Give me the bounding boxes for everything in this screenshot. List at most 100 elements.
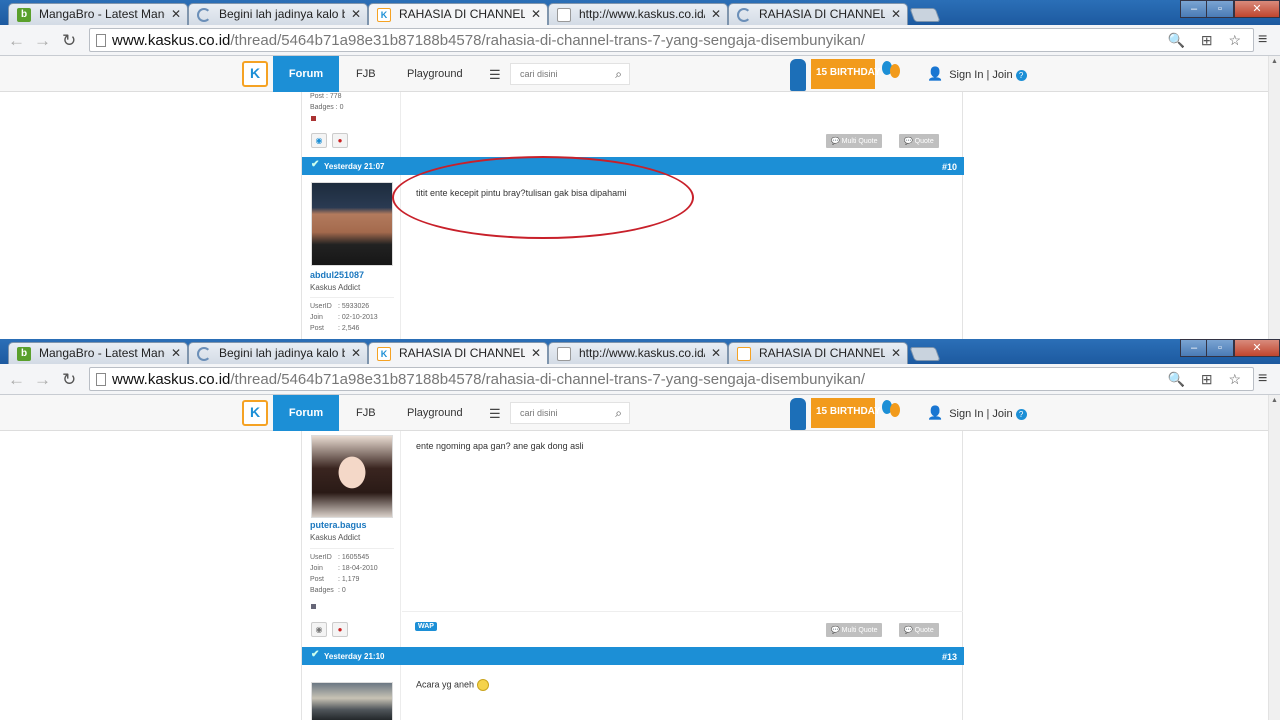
reload-button[interactable]: ↻	[62, 370, 76, 390]
user-info-row: Post: 1,179	[310, 576, 360, 583]
list-icon[interactable]: ☰	[489, 406, 501, 422]
chrome-menu-icon[interactable]: ≡	[1258, 31, 1267, 49]
profile-icon[interactable]: ◉	[311, 133, 327, 148]
tab-title: RAHASIA DI CHANNEL TR	[399, 346, 525, 360]
report-icon[interactable]: ●	[332, 622, 348, 637]
tab-begini[interactable]: Begini lah jadinya kalo bik ✕	[188, 342, 368, 364]
tab-close-icon[interactable]: ✕	[891, 346, 901, 360]
search-icon[interactable]: ⌕	[615, 406, 622, 421]
tab-close-icon[interactable]: ✕	[891, 7, 901, 21]
tab-rahasia-active[interactable]: K RAHASIA DI CHANNEL TR ✕	[368, 342, 548, 365]
tab-mangabro[interactable]: b MangaBro - Latest Manga ✕	[8, 342, 188, 364]
tab-close-icon[interactable]: ✕	[171, 7, 181, 21]
signin-join-link[interactable]: Sign In | Join	[949, 408, 1012, 420]
quote-button[interactable]: 💬 Quote	[899, 623, 939, 637]
quote-label: Quote	[914, 627, 934, 634]
scrollbar[interactable]: ▲	[1268, 395, 1280, 720]
username[interactable]: putera.bagus	[310, 520, 367, 530]
nav-forum[interactable]: Forum	[273, 56, 339, 92]
list-icon[interactable]: ☰	[489, 67, 501, 83]
profile-icon[interactable]: ◉	[311, 622, 327, 637]
forward-button[interactable]: →	[34, 370, 51, 390]
tab-mangabro[interactable]: b MangaBro - Latest Manga ✕	[8, 3, 188, 25]
nav-fjb[interactable]: FJB	[356, 56, 376, 92]
reload-button[interactable]: ↻	[62, 31, 76, 51]
nav-forum[interactable]: Forum	[273, 395, 339, 431]
tab-title: RAHASIA DI CHANNEL TR	[759, 346, 885, 360]
post-number[interactable]: #10	[942, 162, 957, 172]
help-icon[interactable]: ?	[1015, 70, 1027, 81]
maximize-button[interactable]: ▫	[1206, 339, 1234, 357]
quote-button[interactable]: 💬 Quote	[899, 134, 939, 148]
tab-title: MangaBro - Latest Manga	[39, 7, 165, 21]
user-info-row: Join: 18-04-2010	[310, 565, 378, 572]
screenshot-bottom: b MangaBro - Latest Manga ✕ Begini lah j…	[0, 339, 1280, 720]
search-placeholder: cari disini	[520, 69, 558, 79]
tab-close-icon[interactable]: ✕	[531, 346, 541, 360]
tab-kaskus-url[interactable]: http://www.kaskus.co.id/t ✕	[548, 3, 728, 25]
tab-begini[interactable]: Begini lah jadinya kalo bik ✕	[188, 3, 368, 25]
tab-close-icon[interactable]: ✕	[351, 7, 361, 21]
mangabro-favicon-icon: b	[17, 347, 31, 361]
avatar[interactable]	[311, 182, 393, 266]
new-tab-button[interactable]	[909, 8, 941, 22]
tab-close-icon[interactable]: ✕	[171, 346, 181, 360]
nav-playground[interactable]: Playground	[407, 56, 463, 92]
back-button[interactable]: ←	[8, 31, 25, 51]
search-input[interactable]: cari disini ⌕	[510, 63, 630, 85]
address-bar[interactable]: www.kaskus.co.id/thread/5464b71a98e31b87…	[89, 28, 1254, 52]
avatar[interactable]	[311, 435, 393, 518]
birthday-banner[interactable]: 15 BIRTHDAY	[790, 59, 915, 91]
page-favicon-icon	[557, 347, 571, 361]
url-action-icons[interactable]: 🔍 ⊞ ☆	[1168, 371, 1248, 388]
address-bar[interactable]: www.kaskus.co.id/thread/5464b71a98e31b87…	[89, 367, 1254, 391]
tab-close-icon[interactable]: ✕	[711, 7, 721, 21]
nav-fjb[interactable]: FJB	[356, 395, 376, 431]
birthday-banner[interactable]: 15 BIRTHDAY	[790, 398, 915, 430]
maximize-button[interactable]: ▫	[1206, 0, 1234, 18]
multi-quote-button[interactable]: 💬 Multi Quote	[826, 623, 883, 637]
user-info-row: Join: 02-10-2013	[310, 314, 378, 321]
help-icon[interactable]: ?	[1015, 409, 1027, 420]
new-tab-button[interactable]	[909, 347, 941, 361]
post-number[interactable]: #13	[942, 652, 957, 662]
screenshot-top: b MangaBro - Latest Manga ✕ Begini lah j…	[0, 0, 1280, 339]
scrollbar[interactable]: ▲	[1268, 56, 1280, 339]
signin-join-link[interactable]: Sign In | Join	[949, 69, 1012, 81]
forward-button[interactable]: →	[34, 31, 51, 51]
tab-title: RAHASIA DI CHANNEL TR	[399, 7, 525, 21]
avatar[interactable]	[311, 682, 393, 720]
kaskus-logo[interactable]: K	[242, 400, 268, 426]
user-icon: 👤	[927, 66, 944, 81]
user-info: UserID: 1605545 Join: 18-04-2010 Post: 1…	[310, 548, 394, 596]
minimize-button[interactable]: –	[1180, 0, 1208, 18]
multi-quote-button[interactable]: 💬 Multi Quote	[826, 134, 883, 148]
url-action-icons[interactable]: 🔍 ⊞ ☆	[1168, 32, 1248, 49]
chrome-menu-icon[interactable]: ≡	[1258, 370, 1267, 388]
scroll-up-icon[interactable]: ▲	[1271, 397, 1278, 404]
omnibox-bar: ← → ↻ www.kaskus.co.id/thread/5464b71a98…	[0, 25, 1280, 56]
back-button[interactable]: ←	[8, 370, 25, 390]
quote-label: Quote	[914, 138, 934, 145]
search-icon[interactable]: ⌕	[615, 67, 622, 82]
report-icon[interactable]: ●	[332, 133, 348, 148]
signin-area[interactable]: 👤 Sign In | Join?	[927, 66, 1027, 82]
minimize-button[interactable]: –	[1180, 339, 1208, 357]
username[interactable]: abdul251087	[310, 270, 364, 280]
signin-area[interactable]: 👤 Sign In | Join?	[927, 405, 1027, 421]
nav-playground[interactable]: Playground	[407, 395, 463, 431]
wap-icon: WAP	[415, 622, 437, 631]
tab-title: Begini lah jadinya kalo bik	[219, 7, 345, 21]
tab-close-icon[interactable]: ✕	[351, 346, 361, 360]
tab-close-icon[interactable]: ✕	[711, 346, 721, 360]
tab-rahasia-2[interactable]: RAHASIA DI CHANNEL TR ✕	[728, 342, 908, 364]
kaskus-logo[interactable]: K	[242, 61, 268, 87]
close-window-button[interactable]: ✕	[1234, 339, 1280, 357]
tab-rahasia-active[interactable]: K RAHASIA DI CHANNEL TR ✕	[368, 3, 548, 26]
close-window-button[interactable]: ✕	[1234, 0, 1280, 18]
tab-kaskus-url[interactable]: http://www.kaskus.co.id/t ✕	[548, 342, 728, 364]
tab-rahasia-2[interactable]: RAHASIA DI CHANNEL TR ✕	[728, 3, 908, 25]
tab-close-icon[interactable]: ✕	[531, 7, 541, 21]
scroll-up-icon[interactable]: ▲	[1271, 58, 1278, 65]
search-input[interactable]: cari disini ⌕	[510, 402, 630, 424]
